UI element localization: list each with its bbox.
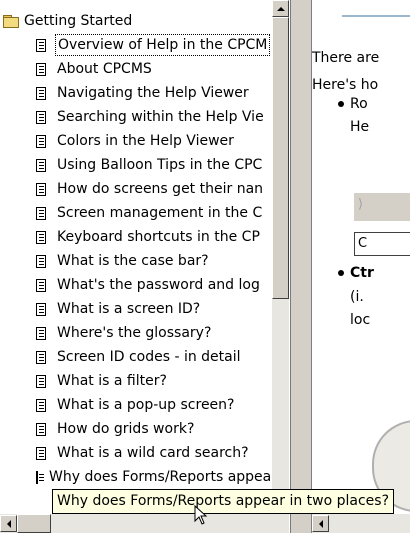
pane-splitter[interactable]	[291, 0, 312, 533]
document-icon	[36, 134, 46, 148]
document-icon	[36, 158, 46, 172]
tree-item[interactable]: How do screens get their nan	[36, 177, 272, 201]
tree-item-label: What is a screen ID?	[57, 301, 201, 317]
document-icon	[36, 254, 46, 268]
bullet-icon	[338, 270, 344, 276]
tree-item-label: What is the case bar?	[57, 253, 209, 269]
tree-horizontal-scrollbar[interactable]	[0, 514, 289, 533]
content-scroll-left-button[interactable]	[312, 515, 329, 532]
tree-item[interactable]: What is the case bar?	[36, 249, 272, 273]
tree-item-label: Colors in the Help Viewer	[57, 133, 234, 149]
document-icon	[36, 422, 46, 436]
tree-item[interactable]: Why does Forms/Reports appear in two pla…	[36, 465, 272, 489]
tree-item-label: How do screens get their nan	[57, 181, 264, 197]
document-icon	[36, 230, 46, 244]
tree-item-label: What is a wild card search?	[57, 445, 249, 461]
faded-glyph-icon: ⟩	[358, 197, 364, 212]
document-icon	[36, 446, 46, 460]
tree-item[interactable]: What is a filter?	[36, 369, 272, 393]
tree-item[interactable]: Using Balloon Tips in the CPC	[36, 153, 272, 177]
tree-folder-getting-started[interactable]: Getting Started	[3, 9, 272, 33]
tree-item[interactable]: Searching within the Help Vie	[36, 105, 272, 129]
document-icon	[36, 302, 46, 316]
tree-item-label: Screen ID codes - in detail	[57, 349, 241, 365]
tree-item-label: Navigating the Help Viewer	[57, 85, 249, 101]
document-icon	[36, 398, 46, 412]
document-icon	[36, 350, 46, 364]
tree-item-label: Using Balloon Tips in the CPC	[57, 157, 263, 173]
help-content-pane: There are Here's ho Ro He ⟩ C Ctr (i. lo…	[312, 0, 410, 533]
tree-item-tooltip: Why does Forms/Reports appear in two pla…	[52, 489, 395, 514]
tree-item[interactable]: What is a pop-up screen?	[36, 393, 272, 417]
tree-item-label: Overview of Help in the CPCM	[55, 34, 271, 56]
content-header-rule	[342, 15, 410, 17]
bullet-2-line-2: (i.	[350, 289, 364, 305]
bullet-2-line-1: Ctr	[350, 265, 374, 281]
tree-item[interactable]: Navigating the Help Viewer	[36, 81, 272, 105]
document-icon	[36, 182, 46, 196]
scroll-up-button[interactable]	[272, 0, 289, 17]
tree-item[interactable]: Screen management in the C	[36, 201, 272, 225]
tree-item[interactable]: How do grids work?	[36, 417, 272, 441]
tree-item[interactable]: About CPCMS	[36, 57, 272, 81]
content-horizontal-scrollbar[interactable]	[312, 514, 410, 533]
bullet-2-line-3: loc	[350, 312, 371, 328]
document-icon	[36, 278, 46, 292]
tree-item[interactable]: Colors in the Help Viewer	[36, 129, 272, 153]
document-icon	[36, 374, 46, 388]
content-line-1: There are	[312, 50, 380, 66]
tree-item[interactable]: What is a wild card search?	[36, 441, 272, 465]
document-icon	[36, 110, 46, 124]
tree-folder-label: Getting Started	[24, 13, 133, 29]
tree-item-label: Keyboard shortcuts in the CP	[57, 229, 260, 245]
open-folder-icon	[3, 15, 19, 28]
example-toolbar: ⟩	[354, 192, 410, 221]
document-icon	[36, 38, 46, 52]
bullet-icon	[338, 101, 344, 107]
tree-item-label: What is a filter?	[57, 373, 167, 389]
bullet-1-line-1: Ro	[350, 96, 368, 112]
content-line-2: Here's ho	[312, 77, 379, 93]
horizontal-scroll-thumb[interactable]	[17, 514, 51, 533]
document-icon	[36, 86, 46, 100]
help-topics-tree: Getting Started Overview of Help in the C…	[0, 0, 272, 514]
tree-item[interactable]: Screen ID codes - in detail	[36, 345, 272, 369]
tree-item[interactable]: Overview of Help in the CPCM	[36, 33, 272, 57]
tree-item[interactable]: What is a screen ID?	[36, 297, 272, 321]
tree-item-label: What's the password and log	[57, 277, 260, 293]
tree-item[interactable]: Keyboard shortcuts in the CP	[36, 225, 272, 249]
arrow-up-icon	[276, 6, 285, 11]
document-icon	[36, 62, 46, 76]
document-icon	[36, 326, 46, 340]
tree-item[interactable]: Where's the glossary?	[36, 321, 272, 345]
tree-item-label: How do grids work?	[57, 421, 195, 437]
vertical-scroll-thumb[interactable]	[272, 17, 289, 299]
mouse-pointer-icon	[194, 505, 208, 525]
tree-item-label: Screen management in the C	[57, 205, 263, 221]
document-icon	[36, 470, 44, 484]
scroll-left-button[interactable]	[0, 515, 17, 532]
document-icon	[36, 206, 46, 220]
tree-item-label: What is a pop-up screen?	[57, 397, 235, 413]
tree-vertical-scrollbar[interactable]	[272, 0, 289, 514]
example-input-value: C	[358, 236, 368, 251]
arrow-left-icon	[6, 519, 11, 528]
bullet-1-line-2: He	[350, 119, 370, 135]
tree-item-label: Searching within the Help Vie	[57, 109, 264, 125]
tree-item-label: Why does Forms/Reports appear in two pla…	[49, 469, 272, 485]
tree-item-label: About CPCMS	[57, 61, 152, 77]
tree-item[interactable]: What's the password and log	[36, 273, 272, 297]
arrow-left-icon	[318, 519, 323, 528]
example-input-field: C	[354, 232, 410, 256]
tree-item-label: Where's the glossary?	[57, 325, 212, 341]
help-topics-tree-pane: Getting Started Overview of Help in the C…	[0, 0, 291, 533]
